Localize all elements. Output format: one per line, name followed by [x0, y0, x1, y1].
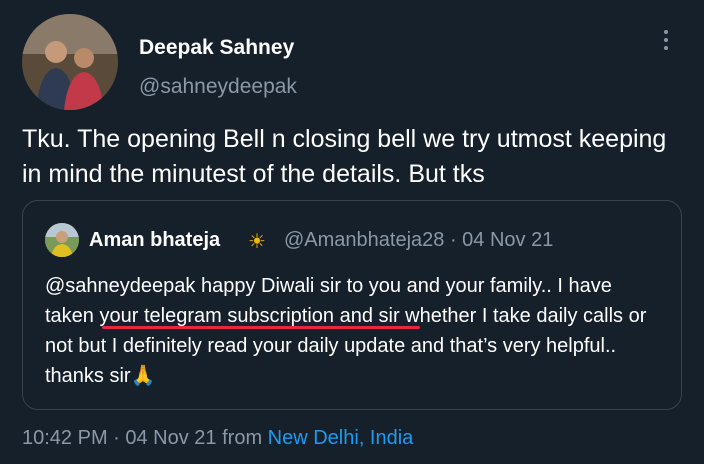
- sun-emoji-icon: ☀: [248, 231, 266, 253]
- author-name[interactable]: Deepak Sahney: [139, 36, 294, 60]
- quoted-author-avatar[interactable]: [45, 223, 79, 257]
- quoted-tweet-text: @sahneydeepak happy Diwali sir to you an…: [45, 275, 647, 387]
- quoted-tweet[interactable]: Aman bhateja ☀ @Amanbhateja28 · 04 Nov 2…: [22, 200, 682, 410]
- tweet-text: Tku. The opening Bell n closing bell we …: [22, 125, 667, 188]
- quoted-author-meta[interactable]: @Amanbhateja28 · 04 Nov 21: [284, 229, 553, 252]
- tweet-location-link[interactable]: New Delhi, India: [268, 427, 414, 449]
- author-avatar[interactable]: [22, 14, 118, 110]
- tweet-footer: 10:42 PM · 04 Nov 21 from New Delhi, Ind…: [22, 427, 413, 450]
- more-options-icon[interactable]: [660, 30, 672, 54]
- annotation-underline: [102, 326, 420, 329]
- tweet-timestamp[interactable]: 10:42 PM · 04 Nov 21 from: [22, 427, 268, 449]
- quoted-author-name[interactable]: Aman bhateja: [89, 229, 220, 252]
- author-handle[interactable]: @sahneydeepak: [139, 75, 297, 99]
